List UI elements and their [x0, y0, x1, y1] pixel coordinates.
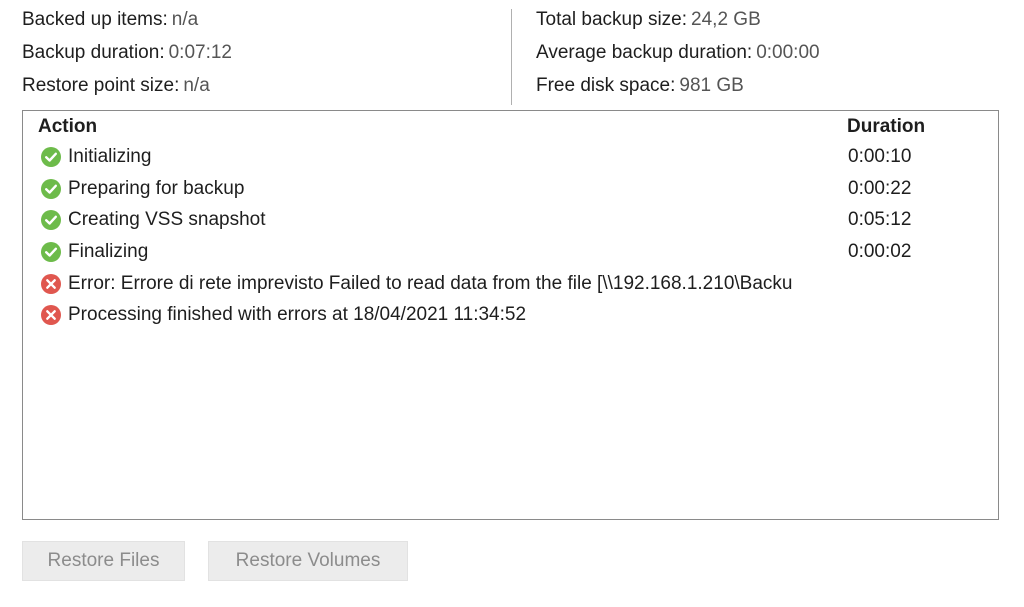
stats-right-column: Total backup size: 24,2 GB Average backup… [536, 6, 820, 105]
log-row[interactable]: Error: Errore di rete imprevisto Failed … [23, 272, 998, 304]
x-circle-icon [41, 273, 61, 294]
log-row[interactable]: Processing finished with errors at 18/04… [23, 303, 998, 335]
log-row-action: Processing finished with errors at 18/04… [68, 304, 527, 326]
stat-restore-point-size: Restore point size: n/a [22, 75, 210, 96]
check-circle-icon [41, 210, 61, 231]
log-row[interactable]: Preparing for backup 0:00:22 [23, 177, 998, 209]
log-row-duration: 0:00:10 [848, 146, 912, 167]
stats-divider [511, 9, 512, 105]
log-header: Action Duration [38, 116, 998, 138]
log-row-duration: 0:05:12 [848, 209, 912, 231]
log-row-duration: 0:00:22 [848, 177, 912, 199]
column-header-action[interactable]: Action [38, 116, 97, 138]
check-circle-icon [41, 147, 61, 167]
stat-backed-up-items: Backed up items: n/a [22, 9, 199, 30]
stat-average-backup-duration: Average backup duration: 0:00:00 [536, 42, 820, 63]
log-row-duration: 0:00:02 [848, 241, 912, 263]
log-rows: Initializing 0:00:10 Preparing for backup 0… [23, 145, 998, 335]
stat-backup-duration: Backup duration: 0:07:12 [22, 42, 232, 63]
restore-volumes-button[interactable]: Restore Volumes [208, 541, 408, 581]
check-circle-icon [41, 242, 61, 263]
backup-stats: Backed up items: n/a Backup duration: 0:07… [22, 6, 1002, 105]
log-row[interactable]: Creating VSS snapshot 0:05:12 [23, 208, 998, 240]
log-row-action: Finalizing [68, 241, 149, 263]
log-row-action: Creating VSS snapshot [68, 209, 266, 231]
column-header-duration[interactable]: Duration [847, 116, 925, 138]
log-row[interactable]: Initializing 0:00:10 [23, 145, 998, 177]
action-log-list[interactable]: Action Duration Initializing 0:00:10 Prepa… [22, 110, 999, 520]
log-row-action: Initializing [68, 146, 152, 167]
check-circle-icon [41, 178, 61, 199]
log-row[interactable]: Finalizing 0:00:02 [23, 240, 998, 272]
x-circle-icon [41, 305, 61, 326]
stats-left-column: Backed up items: n/a Backup duration: 0:07… [22, 6, 232, 105]
restore-files-button[interactable]: Restore Files [22, 541, 185, 581]
stat-total-backup-size: Total backup size: 24,2 GB [536, 9, 761, 30]
stat-free-disk-space: Free disk space: 981 GB [536, 75, 744, 96]
log-row-action: Preparing for backup [68, 177, 245, 199]
log-row-action: Error: Errore di rete imprevisto Failed … [68, 272, 793, 294]
